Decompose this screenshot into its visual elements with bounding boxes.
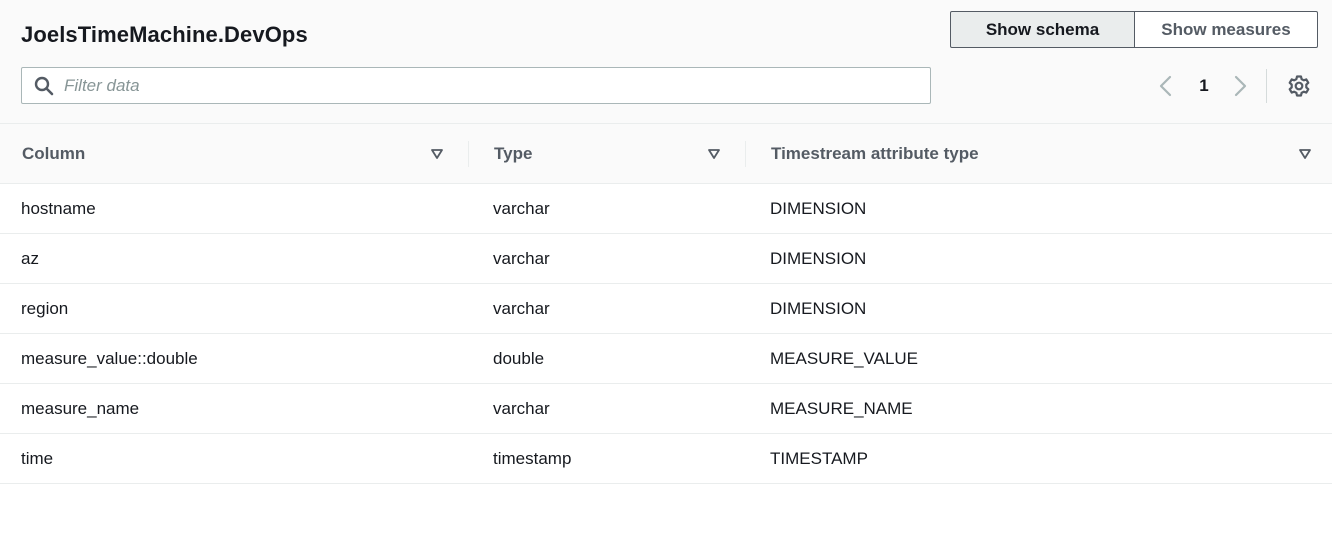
cell-column: measure_value::double xyxy=(21,349,198,368)
sort-caret-down-icon[interactable] xyxy=(1298,147,1312,161)
table-body: hostname varchar DIMENSION az varchar DI… xyxy=(0,184,1332,484)
search-icon xyxy=(34,76,54,96)
panel-header: JoelsTimeMachine.DevOps Show schema Show… xyxy=(0,0,1332,124)
table-header: Column Type Timestream attribute type xyxy=(0,124,1332,184)
cell-column: measure_name xyxy=(21,399,140,418)
column-resizer[interactable] xyxy=(468,141,469,167)
current-page-number[interactable]: 1 xyxy=(1193,76,1215,96)
sort-caret-down-icon[interactable] xyxy=(707,147,721,161)
page-title: JoelsTimeMachine.DevOps xyxy=(21,22,308,47)
column-header-label: Column xyxy=(22,144,86,163)
cell-column: time xyxy=(21,449,54,468)
column-header-label: Timestream attribute type xyxy=(771,144,979,163)
table-row: hostname varchar DIMENSION xyxy=(0,184,1332,234)
cell-column: az xyxy=(21,249,39,268)
toolbar-divider xyxy=(1266,69,1267,103)
schema-panel: JoelsTimeMachine.DevOps Show schema Show… xyxy=(0,0,1332,533)
filter-box[interactable] xyxy=(21,67,931,104)
cell-attribute-type: DIMENSION xyxy=(770,299,867,318)
cell-attribute-type: DIMENSION xyxy=(770,199,867,218)
cell-type: varchar xyxy=(493,399,550,418)
cell-column: region xyxy=(21,299,69,318)
table-row: time timestamp TIMESTAMP xyxy=(0,434,1332,484)
show-measures-button[interactable]: Show measures xyxy=(1134,11,1318,48)
filter-input[interactable] xyxy=(64,68,924,103)
cell-type: varchar xyxy=(493,299,550,318)
table-row: measure_name varchar MEASURE_NAME xyxy=(0,384,1332,434)
column-header-label: Type xyxy=(494,144,533,163)
column-header-column[interactable]: Column xyxy=(22,124,468,184)
chevron-left-icon[interactable] xyxy=(1156,74,1176,98)
table-row: az varchar DIMENSION xyxy=(0,234,1332,284)
cell-type: varchar xyxy=(493,199,550,218)
cell-column: hostname xyxy=(21,199,96,218)
column-resizer[interactable] xyxy=(745,141,746,167)
cell-type: double xyxy=(493,349,545,368)
cell-attribute-type: DIMENSION xyxy=(770,249,867,268)
column-header-attribute-type[interactable]: Timestream attribute type xyxy=(771,124,1321,184)
column-header-type[interactable]: Type xyxy=(494,124,745,184)
cell-attribute-type: MEASURE_NAME xyxy=(770,399,913,418)
cell-attribute-type: TIMESTAMP xyxy=(770,449,868,468)
cell-attribute-type: MEASURE_VALUE xyxy=(770,349,919,368)
table-row: measure_value::double double MEASURE_VAL… xyxy=(0,334,1332,384)
chevron-right-icon[interactable] xyxy=(1230,74,1250,98)
cell-type: timestamp xyxy=(493,449,572,468)
gear-icon[interactable] xyxy=(1287,74,1311,98)
table-row: region varchar DIMENSION xyxy=(0,284,1332,334)
cell-type: varchar xyxy=(493,249,550,268)
show-schema-button[interactable]: Show schema xyxy=(950,11,1135,48)
sort-caret-down-icon[interactable] xyxy=(430,147,444,161)
